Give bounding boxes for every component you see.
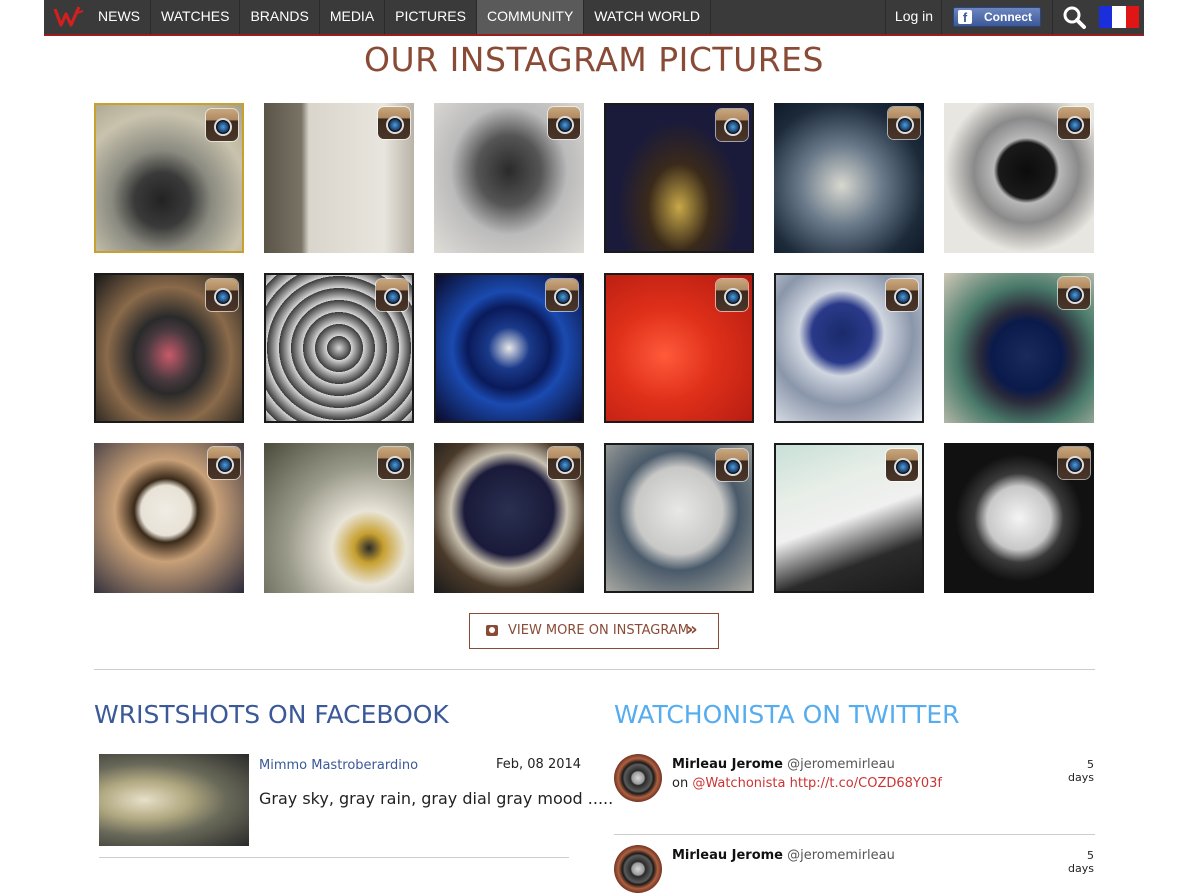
tweet-time: 5 days [1068,758,1094,784]
tweet-text: on @Watchonista http://t.co/COZD68Y03f [672,776,942,791]
tweet-avatar[interactable] [614,845,662,893]
instagram-icon [376,279,408,311]
tweet-author: Mirleau Jerome @jeromemirleau [672,848,895,863]
facebook-post-text: Gray sky, gray rain, gray dial gray mood… [259,789,614,808]
top-navigation: NEWS WATCHES BRANDS MEDIA PICTURES COMMU… [44,0,1144,36]
camera-icon [486,625,498,636]
tweet-author-name[interactable]: Mirleau Jerome [672,848,783,863]
nav-media[interactable]: MEDIA [320,0,386,34]
instagram-photo[interactable] [604,273,754,423]
twitter-section-title: WATCHONISTA ON TWITTER [614,700,960,729]
tweet-author-name[interactable]: Mirleau Jerome [672,757,783,772]
instagram-icon [1058,107,1090,139]
instagram-icon [548,107,580,139]
instagram-section-title: OUR INSTAGRAM PICTURES [364,40,824,79]
facebook-post-date: Feb, 08 2014 [496,757,582,772]
instagram-photo[interactable] [434,103,584,253]
facebook-connect-button[interactable]: f Connect [953,7,1041,27]
tweet-divider [614,834,1095,835]
instagram-icon [886,279,918,311]
tweet-url-link[interactable]: http://t.co/COZD68Y03f [790,776,942,791]
nav-brands[interactable]: BRANDS [240,0,320,34]
instagram-icon [886,449,918,481]
instagram-icon [208,447,240,479]
instagram-icon [546,279,578,311]
instagram-photo[interactable] [264,103,414,253]
instagram-photo[interactable] [944,443,1094,593]
facebook-connect: f Connect [941,0,1053,34]
nav-watch-world[interactable]: WATCH WORLD [584,0,712,34]
instagram-icon [716,109,748,141]
tweet-author: Mirleau Jerome @jeromemirleau [672,757,895,772]
facebook-post-author[interactable]: Mimmo Mastroberardino [259,758,418,773]
facebook-post-image[interactable] [99,754,249,846]
double-chevron-right-icon: » [686,619,698,640]
instagram-icon [378,447,410,479]
search-icon[interactable] [1054,0,1096,34]
nav-community[interactable]: COMMUNITY [476,0,585,34]
instagram-icon [206,279,238,311]
nav-pictures[interactable]: PICTURES [385,0,477,34]
instagram-photo[interactable] [434,443,584,593]
instagram-icon [1058,447,1090,479]
nav-watches[interactable]: WATCHES [151,0,241,34]
section-divider [94,669,1095,670]
tweet-author-handle[interactable]: @jeromemirleau [787,757,895,772]
instagram-photo[interactable] [604,443,754,593]
instagram-photo[interactable] [944,273,1094,423]
instagram-photo[interactable] [94,443,244,593]
facebook-section-title: WRISTSHOTS ON FACEBOOK [94,700,449,729]
tweet-author-handle[interactable]: @jeromemirleau [787,848,895,863]
instagram-icon [888,107,920,139]
facebook-post-divider [99,857,569,858]
instagram-photo[interactable] [264,443,414,593]
instagram-icon [378,107,410,139]
facebook-icon: f [958,10,972,25]
login-link[interactable]: Log in [885,0,942,34]
instagram-icon [716,449,748,481]
main-menu: NEWS WATCHES BRANDS MEDIA PICTURES COMMU… [88,0,712,34]
instagram-photo[interactable] [944,103,1094,253]
instagram-icon [548,447,580,479]
tweet-mention-link[interactable]: @Watchonista [692,776,785,791]
tweet-avatar[interactable] [614,754,662,802]
instagram-photo[interactable] [434,273,584,423]
view-more-label: VIEW MORE ON INSTAGRAM [508,623,689,638]
instagram-photo[interactable] [604,103,754,253]
france-flag-icon[interactable] [1099,6,1139,28]
tweet-prefix: on [672,776,689,791]
view-more-instagram-button[interactable]: VIEW MORE ON INSTAGRAM » [469,613,719,649]
tweet-time: 5 days [1068,849,1094,875]
instagram-photo[interactable] [774,273,924,423]
instagram-photo[interactable] [94,273,244,423]
instagram-icon [716,279,748,311]
instagram-photo[interactable] [774,103,924,253]
instagram-photo[interactable] [264,273,414,423]
facebook-connect-label: Connect [984,10,1032,24]
instagram-photo[interactable] [94,103,244,253]
instagram-icon [1058,277,1090,309]
site-logo-icon[interactable] [52,5,86,29]
nav-news[interactable]: NEWS [88,0,151,34]
instagram-photo[interactable] [774,443,924,593]
instagram-icon [206,109,238,141]
